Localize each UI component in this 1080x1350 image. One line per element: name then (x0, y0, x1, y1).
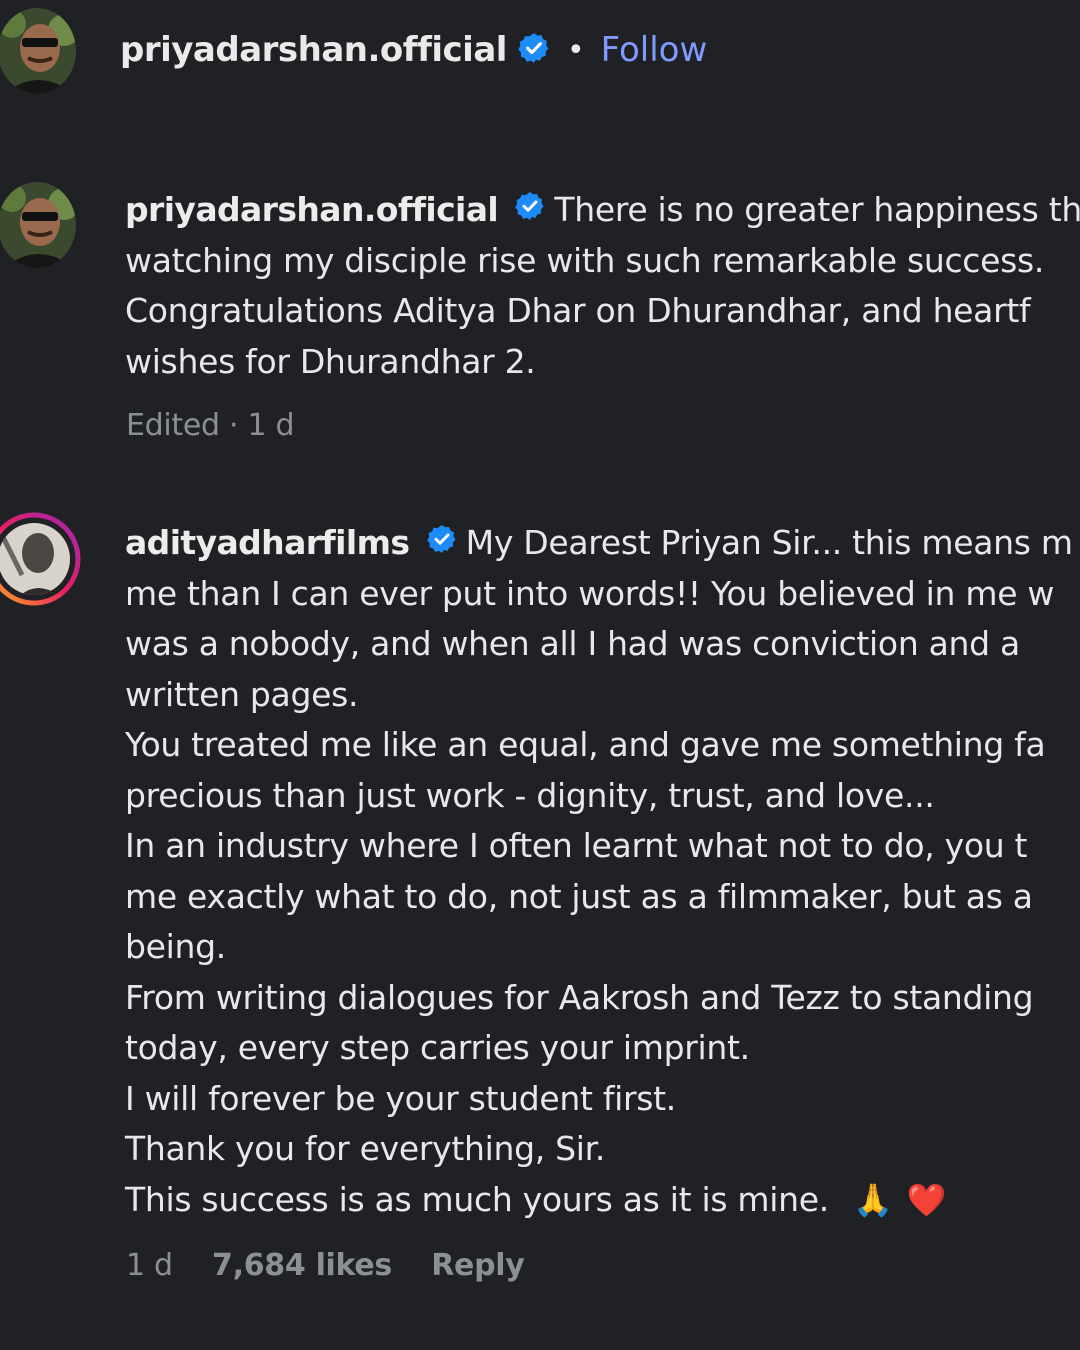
comment-meta: 1 d 7,684 likes Reply (126, 1248, 555, 1283)
comment-avatar-priyadarshan[interactable] (0, 182, 76, 268)
comment-text: My Dearest Priyan Sir... this means m (465, 523, 1073, 562)
likes-count[interactable]: 7,684 likes (212, 1248, 392, 1283)
comment-text: There is no greater happiness th (554, 190, 1080, 229)
comment-line: adityadharfilms My Dearest Priyan Sir...… (125, 518, 1080, 569)
comment-thread-screen: priyadarshan.official • Follow priyadars… (0, 0, 1080, 1350)
verified-badge-icon (517, 31, 551, 69)
comment-text: Congratulations Aditya Dhar on Dhurandha… (125, 291, 1031, 330)
comment-text: In an industry where I often learnt what… (125, 826, 1028, 865)
comment-username[interactable]: priyadarshan.official (125, 190, 499, 229)
reply-button[interactable]: Reply (431, 1248, 525, 1283)
comment-text: From writing dialogues for Aakrosh and T… (125, 977, 1034, 1017)
post-header: priyadarshan.official • Follow (120, 20, 707, 80)
comment-priyadarshan: priyadarshan.official There is no greate… (125, 185, 1080, 387)
follow-button[interactable]: Follow (601, 30, 708, 70)
comment-text: today, every step carries your imprint. (125, 1028, 750, 1067)
separator-dot: • (566, 32, 585, 68)
comment-text: Thank you for everything, Sir. (125, 1129, 606, 1168)
comment-meta: Edited · 1 d (126, 408, 324, 443)
comment-line: priyadarshan.official There is no greate… (125, 185, 1080, 236)
heart-emoji: ❤️ (906, 1180, 947, 1219)
verified-badge-icon (514, 186, 546, 237)
folded-hands-emoji: 🙏 (853, 1180, 893, 1219)
comment-text: written pages. (125, 674, 359, 714)
comment-text: This success is as much yours as it is m… (125, 1179, 829, 1219)
comment-text: wishes for Dhurandhar 2. (125, 341, 536, 381)
comment-text: me than I can ever put into words!! You … (125, 573, 1055, 613)
comment-text: being. (125, 927, 226, 966)
comment-text: You treated me like an equal, and gave m… (125, 725, 1046, 764)
comment-text: I will forever be your student first. (125, 1078, 676, 1118)
comment-text: was a nobody, and when all I had was con… (125, 624, 1020, 663)
comment-username[interactable]: adityadharfilms (125, 523, 410, 562)
comment-text: precious than just work - dignity, trust… (125, 775, 935, 815)
comment-adityadhar: adityadharfilms My Dearest Priyan Sir...… (125, 518, 1080, 1225)
post-author-username[interactable]: priyadarshan.official (120, 30, 507, 70)
comment-text: watching my disciple rise with such rema… (125, 240, 1045, 280)
verified-badge-icon (426, 519, 458, 570)
comment-edited-time: Edited · 1 d (126, 408, 295, 443)
comment-line: This success is as much yours as it is m… (125, 1175, 1080, 1226)
comment-text: me exactly what to do, not just as a fil… (125, 876, 1033, 916)
comment-time: 1 d (126, 1248, 173, 1283)
post-author-avatar[interactable] (0, 8, 76, 94)
comment-avatar-adityadhar[interactable] (0, 505, 84, 613)
